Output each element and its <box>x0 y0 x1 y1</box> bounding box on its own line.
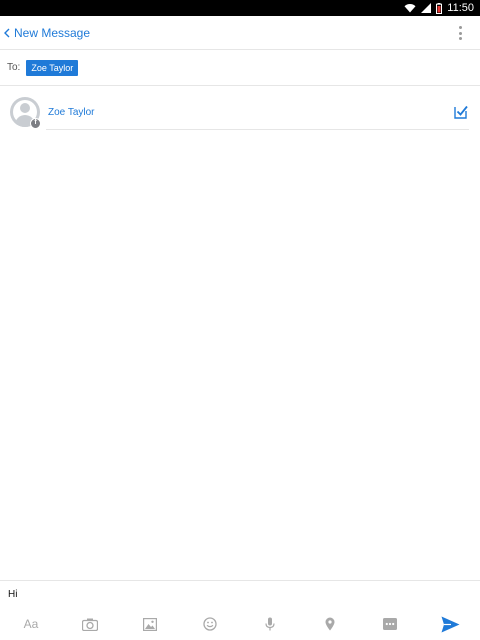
more-vertical-icon <box>458 26 462 29</box>
checkbox-checked-icon[interactable] <box>454 105 468 119</box>
contact-name: Zoe Taylor <box>48 107 95 118</box>
to-label: To: <box>7 62 21 73</box>
gallery-icon <box>143 617 157 631</box>
location-button[interactable] <box>321 616 339 632</box>
gallery-button[interactable] <box>141 616 159 632</box>
message-composer <box>0 580 480 608</box>
more-icon <box>383 618 397 630</box>
location-icon <box>325 617 335 631</box>
app-header: New Message <box>0 16 480 50</box>
back-button[interactable]: New Message <box>0 16 90 49</box>
more-options-button[interactable] <box>381 616 399 632</box>
divider <box>46 129 469 130</box>
recipient-chip[interactable]: Zoe Taylor <box>26 59 79 76</box>
contact-list-item[interactable]: f Zoe Taylor <box>0 92 480 132</box>
message-input[interactable] <box>8 589 468 600</box>
text-style-label: Aa <box>23 617 39 631</box>
status-time: 11:50 <box>447 2 474 14</box>
camera-button[interactable] <box>81 616 99 632</box>
emoji-icon <box>203 617 217 631</box>
status-bar: 11:50 <box>0 0 480 16</box>
emoji-button[interactable] <box>201 616 219 632</box>
voice-button[interactable] <box>261 616 279 632</box>
signal-icon <box>421 3 432 13</box>
recipient-field[interactable]: To: Zoe Taylor <box>0 50 480 86</box>
wifi-icon <box>404 4 416 13</box>
overflow-menu-button[interactable] <box>454 25 466 41</box>
send-icon <box>441 616 459 632</box>
page-title: New Message <box>14 25 91 40</box>
text-style-button[interactable]: Aa <box>22 616 40 632</box>
send-button[interactable] <box>440 616 460 632</box>
battery-icon <box>436 2 443 14</box>
composer-toolbar: Aa <box>0 608 480 640</box>
chevron-left-icon <box>4 28 10 37</box>
facebook-icon: f <box>30 118 41 129</box>
camera-icon <box>82 618 98 631</box>
microphone-icon <box>265 617 275 631</box>
